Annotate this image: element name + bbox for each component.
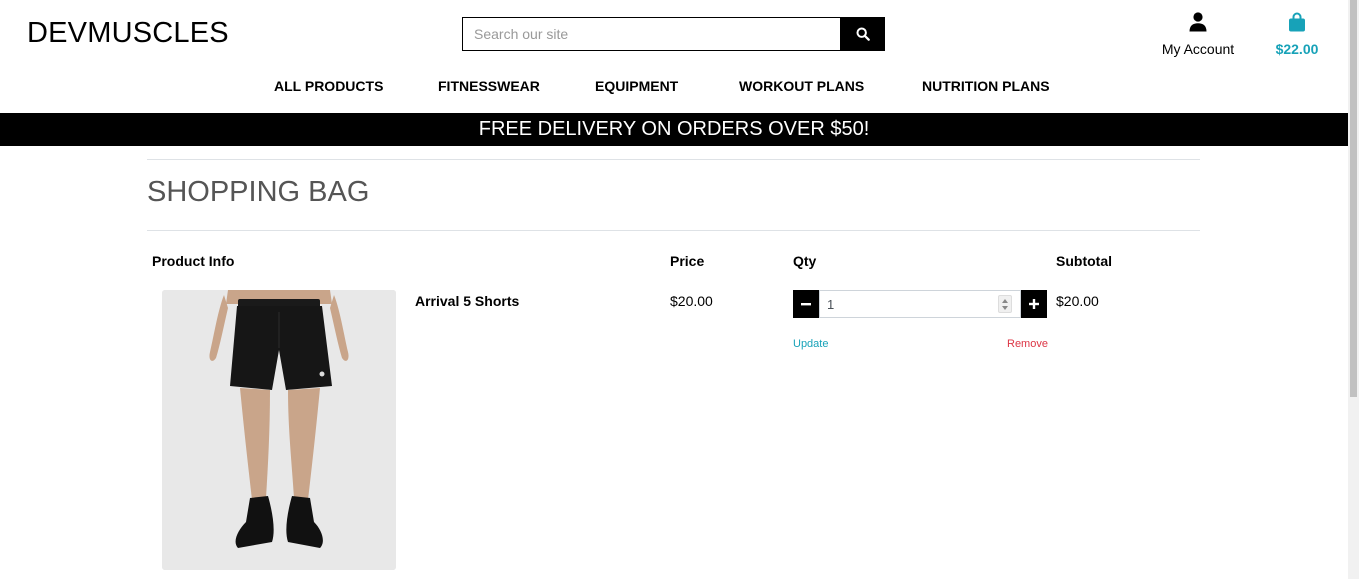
user-icon xyxy=(1189,12,1207,32)
product-subtotal: $20.00 xyxy=(1056,293,1099,309)
main-nav: ALL PRODUCTS FITNESSWEAR EQUIPMENT WORKO… xyxy=(0,78,1348,98)
nav-item-nutrition-plans[interactable]: NUTRITION PLANS xyxy=(922,78,1050,94)
minus-icon xyxy=(801,303,811,306)
site-header: DEVMUSCLES My Account $22.00 ALL PRODUCT… xyxy=(0,0,1348,113)
site-logo[interactable]: DEVMUSCLES xyxy=(27,17,229,50)
quantity-spinner[interactable] xyxy=(998,295,1012,313)
bag-total: $22.00 xyxy=(1275,41,1319,57)
column-header-qty: Qty xyxy=(793,253,817,269)
product-image xyxy=(162,290,396,570)
my-account-label: My Account xyxy=(1161,41,1235,57)
remove-link[interactable]: Remove xyxy=(1007,338,1048,350)
shopping-bag-icon xyxy=(1289,12,1305,32)
shopping-bag-link[interactable]: $22.00 xyxy=(1268,12,1326,57)
my-account-link[interactable]: My Account xyxy=(1156,12,1240,57)
nav-item-all-products[interactable]: ALL PRODUCTS xyxy=(274,78,383,94)
divider xyxy=(147,159,1200,160)
quantity-stepper xyxy=(793,290,1047,318)
nav-item-workout-plans[interactable]: WORKOUT PLANS xyxy=(739,78,864,94)
column-header-price: Price xyxy=(670,253,705,269)
nav-item-fitnesswear[interactable]: FITNESSWEAR xyxy=(438,78,540,94)
delivery-banner: FREE DELIVERY ON ORDERS OVER $50! xyxy=(0,113,1348,146)
search-button[interactable] xyxy=(840,17,885,51)
product-name[interactable]: Arrival 5 Shorts xyxy=(415,293,519,309)
column-header-subtotal: Subtotal xyxy=(1056,253,1112,269)
divider xyxy=(147,230,1200,231)
search-input[interactable] xyxy=(462,17,841,51)
nav-item-equipment[interactable]: EQUIPMENT xyxy=(595,78,678,94)
search-form xyxy=(462,17,885,51)
scrollbar[interactable] xyxy=(1348,0,1359,579)
scrollbar-thumb[interactable] xyxy=(1350,0,1357,397)
quantity-input[interactable] xyxy=(819,290,1021,318)
increment-button[interactable] xyxy=(1021,290,1047,318)
update-link[interactable]: Update xyxy=(793,338,828,350)
product-price: $20.00 xyxy=(670,293,713,309)
search-icon xyxy=(855,27,870,41)
page-title: SHOPPING BAG xyxy=(147,176,370,208)
decrement-button[interactable] xyxy=(793,290,819,318)
column-header-product-info: Product Info xyxy=(152,253,235,269)
plus-icon xyxy=(1029,299,1039,309)
